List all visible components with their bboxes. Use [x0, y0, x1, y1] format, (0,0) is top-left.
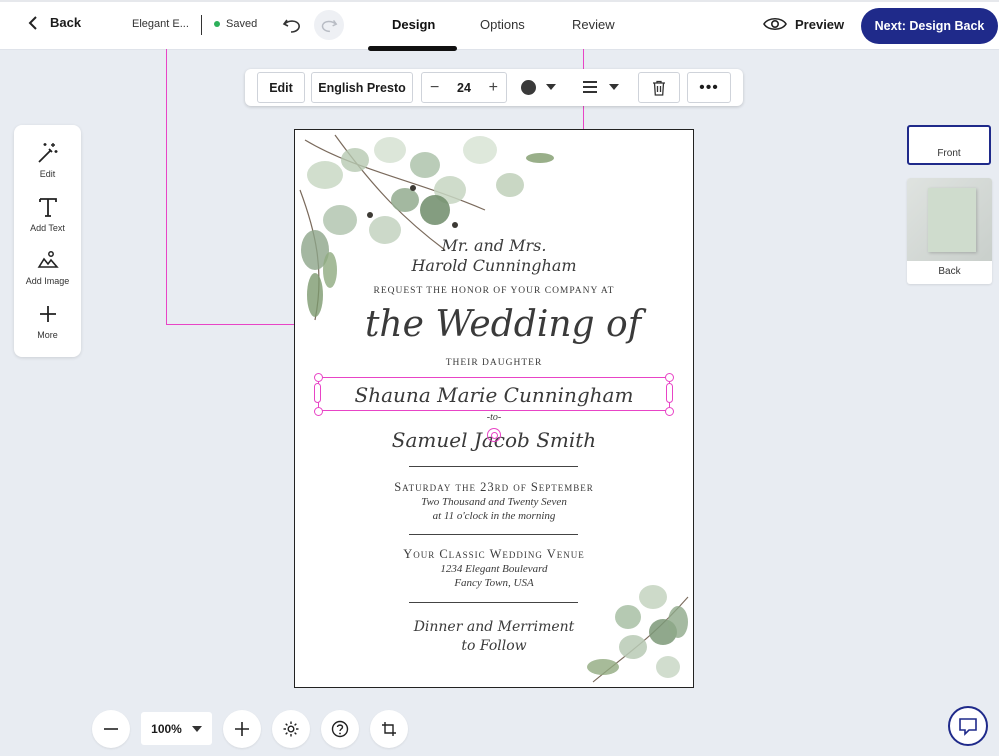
redo-button[interactable] — [314, 10, 344, 40]
zoom-in-button[interactable] — [223, 710, 261, 748]
resize-handle[interactable] — [314, 373, 323, 382]
font-select[interactable]: English Presto — [311, 72, 413, 103]
venue-line[interactable]: Your Classic Wedding Venue — [295, 547, 693, 562]
tool-add-text[interactable]: Add Text — [14, 195, 81, 233]
magic-wand-icon — [37, 143, 57, 163]
redo-icon — [321, 20, 338, 33]
date-line[interactable]: Saturday the 23rd of September — [295, 480, 693, 495]
saved-dot-icon — [214, 21, 220, 27]
divider-rule — [409, 534, 578, 535]
page-thumb-front[interactable]: Front — [907, 125, 991, 165]
zoom-level: 100% — [151, 721, 182, 736]
year-line[interactable]: Two Thousand and Twenty Seven — [295, 496, 693, 508]
preview-button[interactable]: Preview — [763, 16, 844, 32]
tool-add-text-label: Add Text — [30, 223, 65, 233]
undo-icon[interactable] — [281, 14, 303, 36]
document-name[interactable]: Elegant E... — [132, 18, 189, 30]
back-button[interactable]: Back — [28, 15, 81, 30]
eucalyptus-illustration — [299, 134, 554, 321]
tab-options[interactable]: Options — [480, 17, 525, 32]
resize-handle[interactable] — [314, 383, 321, 403]
plus-icon — [235, 722, 249, 736]
font-size-value[interactable]: 24 — [457, 81, 471, 95]
chat-icon — [959, 718, 977, 736]
plus-icon — [39, 306, 56, 322]
street-line[interactable]: 1234 Elegant Boulevard — [295, 563, 693, 575]
wedding-heading[interactable]: the Wedding of — [295, 304, 693, 345]
tool-more[interactable]: More — [14, 302, 81, 340]
resize-handle[interactable] — [666, 383, 673, 403]
question-icon — [331, 720, 349, 738]
page-thumb-back[interactable]: Back — [907, 178, 992, 284]
font-size-stepper[interactable]: − 24 + — [421, 72, 507, 103]
hosts-name[interactable]: Harold Cunningham — [295, 256, 693, 275]
minus-icon[interactable]: − — [430, 79, 439, 97]
eye-icon — [763, 17, 787, 31]
help-button[interactable] — [321, 710, 359, 748]
text-toolbar: Edit English Presto − 24 + ••• — [245, 69, 743, 106]
chevron-down-icon[interactable] — [546, 84, 556, 90]
page-thumb-front-label: Front — [937, 148, 961, 159]
gear-icon — [283, 721, 299, 737]
resize-handle[interactable] — [665, 373, 674, 382]
divider-rule — [409, 466, 578, 467]
chevron-left-icon — [28, 15, 37, 30]
top-edge-line — [0, 0, 999, 2]
tool-edit-label: Edit — [39, 169, 56, 179]
back-label: Back — [50, 15, 82, 30]
minus-icon — [104, 728, 118, 730]
top-bar: Back Elegant E... Saved Design Options R… — [0, 0, 999, 51]
saved-status: Saved — [214, 18, 257, 30]
chevron-down-icon — [191, 725, 202, 732]
saved-label: Saved — [226, 18, 258, 30]
page-thumb-back-label: Back — [938, 266, 961, 277]
time-line[interactable]: at 11 o'clock in the morning — [295, 510, 693, 522]
chat-button[interactable] — [948, 706, 988, 746]
tool-edit[interactable]: Edit — [14, 141, 81, 179]
settings-button[interactable] — [272, 710, 310, 748]
closing-line-2[interactable]: to Follow — [295, 638, 693, 654]
image-icon — [37, 251, 59, 268]
more-options-button[interactable]: ••• — [687, 72, 731, 103]
trash-icon — [653, 80, 665, 96]
city-line[interactable]: Fancy Town, USA — [295, 577, 693, 589]
resize-handle[interactable] — [314, 407, 323, 416]
plus-icon[interactable]: + — [489, 79, 498, 97]
divider-rule — [409, 602, 578, 603]
zoom-select[interactable]: 100% — [141, 712, 212, 745]
left-tool-panel: Edit Add Text Add Image More — [14, 125, 81, 357]
tab-design[interactable]: Design — [392, 17, 435, 32]
hosts-line[interactable]: Mr. and Mrs. — [295, 236, 693, 255]
request-line[interactable]: request the honor of your company at — [295, 286, 693, 296]
tool-more-label: More — [37, 330, 58, 340]
zoom-out-button[interactable] — [92, 710, 130, 748]
tool-add-image-label: Add Image — [25, 276, 70, 286]
text-color-swatch[interactable] — [521, 80, 536, 95]
next-design-back-button[interactable]: Next: Design Back — [861, 8, 998, 44]
selection-box[interactable] — [318, 377, 670, 411]
daughter-line[interactable]: their daughter — [295, 358, 693, 368]
text-icon — [38, 198, 57, 217]
align-icon[interactable] — [583, 81, 597, 96]
closing-line[interactable]: Dinner and Merriment — [295, 619, 693, 635]
ellipsis-icon: ••• — [699, 78, 719, 96]
resize-handle[interactable] — [665, 407, 674, 416]
trim-button[interactable] — [370, 710, 408, 748]
tab-review[interactable]: Review — [572, 17, 615, 32]
rotate-handle-icon[interactable] — [487, 428, 501, 442]
to-line[interactable]: -to- — [295, 412, 693, 423]
back-card-preview — [928, 188, 976, 252]
delete-button[interactable] — [638, 72, 680, 103]
crop-icon — [382, 722, 396, 736]
tool-add-image[interactable]: Add Image — [14, 248, 81, 286]
divider — [201, 15, 202, 35]
chevron-down-icon[interactable] — [609, 84, 619, 90]
edit-text-button[interactable]: Edit — [257, 72, 305, 103]
preview-label: Preview — [795, 16, 845, 32]
